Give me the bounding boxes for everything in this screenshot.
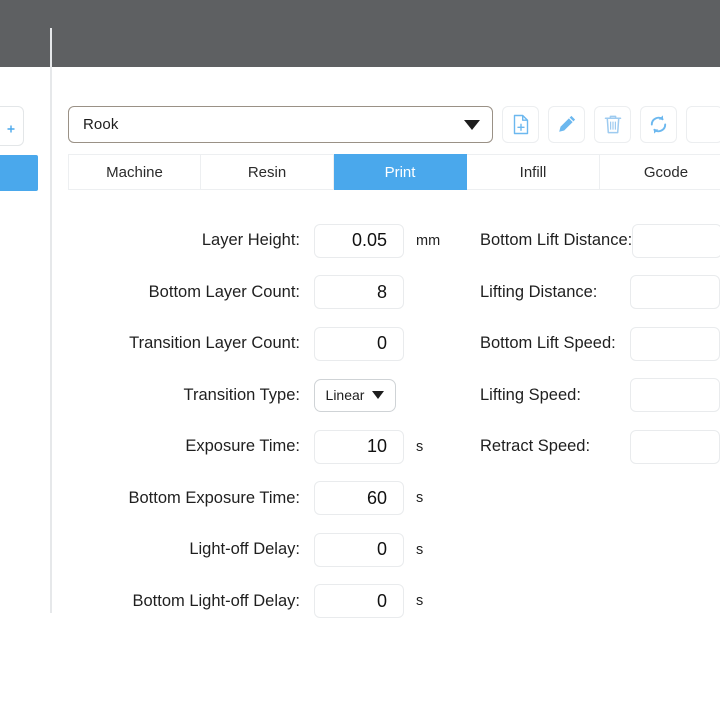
print-settings-right-column: Bottom Lift Distance: Lifting Distance: …: [472, 215, 720, 473]
extra-action-button[interactable]: [686, 106, 720, 143]
tab-label: Machine: [106, 164, 163, 181]
tab-resin[interactable]: Resin: [201, 154, 334, 190]
field-unit: s: [416, 593, 423, 609]
field-lifting-distance: Lifting Distance:: [472, 267, 720, 319]
left-sidebar-panel: [0, 67, 50, 720]
field-bottom-exposure-time: Bottom Exposure Time: 60 s: [52, 473, 472, 525]
field-label: Bottom Layer Count:: [52, 283, 300, 302]
field-unit: s: [416, 439, 423, 455]
field-label: Transition Type:: [52, 386, 300, 405]
chevron-down-icon: [464, 120, 480, 130]
new-profile-button[interactable]: [502, 106, 539, 143]
lifting-speed-input[interactable]: [630, 378, 720, 412]
refresh-icon: [648, 114, 669, 135]
field-unit: mm: [416, 233, 440, 249]
field-label: Lifting Speed:: [472, 386, 630, 405]
bottom-layer-count-input[interactable]: 8: [314, 275, 404, 309]
app-window: Rook: [0, 0, 720, 720]
main-content: Rook: [52, 67, 720, 720]
sidebar-item-selected[interactable]: [0, 155, 38, 191]
field-bottom-lift-speed: Bottom Lift Speed:: [472, 318, 720, 370]
field-transition-type: Transition Type: Linear: [52, 370, 472, 422]
profile-toolbar: Rook: [68, 106, 720, 143]
field-bottom-layer-count: Bottom Layer Count: 8: [52, 267, 472, 319]
retract-speed-input[interactable]: [630, 430, 720, 464]
trash-icon: [603, 114, 623, 135]
chevron-down-icon: [372, 391, 384, 399]
plus-icon: [7, 120, 15, 128]
edit-icon: [556, 114, 577, 135]
transition-type-value: Linear: [326, 387, 365, 403]
field-label: Lifting Distance:: [472, 283, 630, 302]
tab-gcode[interactable]: Gcode: [600, 154, 720, 190]
field-unit: s: [416, 490, 423, 506]
layer-height-input[interactable]: 0.05: [314, 224, 404, 258]
field-layer-height: Layer Height: 0.05 mm: [52, 215, 472, 267]
tab-print[interactable]: Print: [334, 154, 467, 190]
field-label: Bottom Light-off Delay:: [52, 592, 300, 611]
refresh-profile-button[interactable]: [640, 106, 677, 143]
field-bottom-light-off-delay: Bottom Light-off Delay: 0 s: [52, 576, 472, 628]
field-label: Bottom Exposure Time:: [52, 489, 300, 508]
tab-label: Gcode: [644, 164, 688, 181]
delete-profile-button[interactable]: [594, 106, 631, 143]
title-bar: [0, 0, 720, 67]
transition-layer-count-input[interactable]: 0: [314, 327, 404, 361]
sidebar-add-button[interactable]: [0, 106, 24, 146]
lifting-distance-input[interactable]: [630, 275, 720, 309]
profile-select[interactable]: Rook: [68, 106, 493, 143]
field-lifting-speed: Lifting Speed:: [472, 370, 720, 422]
bottom-lift-speed-input[interactable]: [630, 327, 720, 361]
tab-machine[interactable]: Machine: [68, 154, 201, 190]
field-label: Bottom Lift Distance:: [472, 231, 632, 250]
settings-tabs: Machine Resin Print Infill Gcode: [68, 154, 720, 190]
edit-profile-button[interactable]: [548, 106, 585, 143]
field-light-off-delay: Light-off Delay: 0 s: [52, 524, 472, 576]
tab-label: Resin: [248, 164, 286, 181]
transition-type-select[interactable]: Linear: [314, 379, 396, 412]
field-label: Light-off Delay:: [52, 540, 300, 559]
new-file-icon: [511, 114, 531, 135]
bottom-exposure-time-input[interactable]: 60: [314, 481, 404, 515]
field-label: Bottom Lift Speed:: [472, 334, 630, 353]
field-transition-layer-count: Transition Layer Count: 0: [52, 318, 472, 370]
field-retract-speed: Retract Speed:: [472, 421, 720, 473]
print-settings-left-column: Layer Height: 0.05 mm Bottom Layer Count…: [52, 215, 472, 627]
field-label: Transition Layer Count:: [52, 334, 300, 353]
exposure-time-input[interactable]: 10: [314, 430, 404, 464]
tab-infill[interactable]: Infill: [467, 154, 600, 190]
field-label: Exposure Time:: [52, 437, 300, 456]
tab-label: Infill: [520, 164, 547, 181]
tab-label: Print: [385, 164, 416, 181]
field-exposure-time: Exposure Time: 10 s: [52, 421, 472, 473]
bottom-lift-distance-input[interactable]: [632, 224, 720, 258]
light-off-delay-input[interactable]: 0: [314, 533, 404, 567]
profile-select-value: Rook: [83, 116, 118, 133]
field-label: Layer Height:: [52, 231, 300, 250]
field-unit: s: [416, 542, 423, 558]
field-label: Retract Speed:: [472, 437, 630, 456]
bottom-light-off-delay-input[interactable]: 0: [314, 584, 404, 618]
field-bottom-lift-distance: Bottom Lift Distance:: [472, 215, 720, 267]
